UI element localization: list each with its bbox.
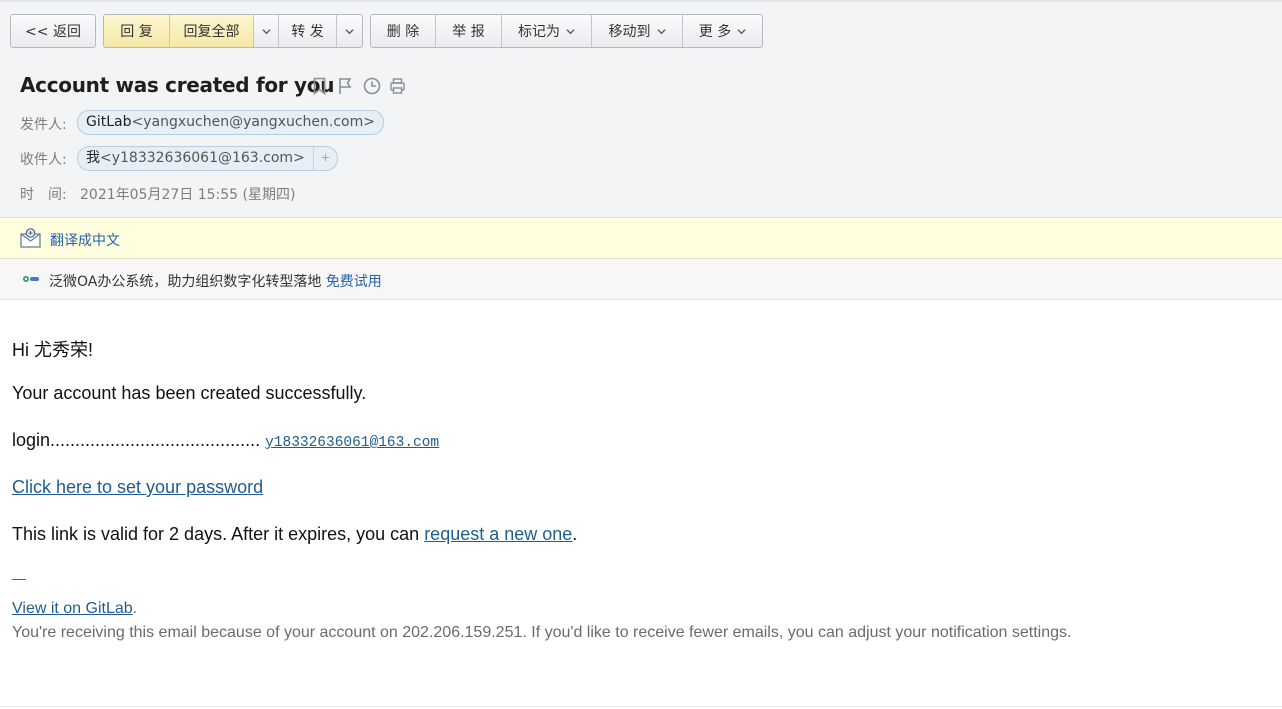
translate-link[interactable]: 翻译成中文	[50, 230, 120, 250]
email-date: 2021年05月27日 15:55 (星期四)	[80, 187, 296, 203]
mail-header: << 返回 回 复 回复全部 转 发 删 除 举 报 标记为 移动到 更 多 A…	[0, 0, 1282, 218]
recipient-name: 我	[86, 150, 100, 166]
set-password-link[interactable]: Click here to set your password	[12, 477, 263, 497]
chevron-down-icon	[737, 28, 746, 34]
actions-group: 删 除 举 报 标记为 移动到 更 多	[370, 14, 763, 48]
validity-period: .	[572, 524, 578, 544]
validity-text: This link is valid for 2 days. After it …	[12, 524, 420, 544]
login-email-link[interactable]: y18332636061@163.com	[265, 435, 439, 451]
login-label: login...................................…	[12, 430, 261, 450]
recipient-address: <y18332636061@163.com>	[100, 150, 305, 166]
set-password-line: Click here to set your password	[12, 477, 263, 498]
footer-notice: You're receiving this email because of y…	[12, 624, 1072, 641]
move-to-label: 移动到	[608, 24, 651, 40]
divider	[0, 706, 1282, 707]
report-button[interactable]: 举 报	[436, 15, 502, 47]
forward-button[interactable]: 转 发	[279, 15, 337, 47]
chevron-down-icon	[345, 28, 354, 34]
chevron-down-icon	[261, 28, 271, 34]
body-line-created: Your account has been created successful…	[12, 383, 367, 403]
request-new-link[interactable]: request a new one	[424, 524, 572, 544]
from-label: 发件人:	[20, 117, 67, 133]
mark-as-button[interactable]: 标记为	[502, 15, 592, 47]
reply-button[interactable]: 回 复	[104, 15, 170, 47]
delete-button[interactable]: 删 除	[371, 15, 436, 47]
sender-name: GitLab	[86, 114, 132, 130]
move-to-button[interactable]: 移动到	[592, 15, 683, 47]
more-button[interactable]: 更 多	[683, 15, 762, 47]
separator-dash: —	[12, 570, 26, 586]
recipient-chip[interactable]: 我<y18332636061@163.com>	[77, 146, 338, 171]
validity-line: This link is valid for 2 days. After it …	[12, 524, 577, 545]
toolbar: << 返回 回 复 回复全部 转 发 删 除 举 报 标记为 移动到 更 多	[10, 14, 770, 48]
gitlab-period: .	[132, 600, 138, 617]
ad-logo-icon	[22, 272, 40, 286]
forward-dropdown-button[interactable]	[337, 15, 362, 47]
print-icon[interactable]	[389, 77, 406, 95]
back-button[interactable]: << 返回	[11, 15, 95, 47]
translate-bar: 翻译成中文	[0, 217, 1282, 259]
mark-as-label: 标记为	[518, 24, 560, 40]
sender-address: <yangxuchen@yangxuchen.com>	[131, 114, 376, 130]
bookmark-icon[interactable]	[311, 77, 328, 96]
free-trial-link[interactable]: 免费试用	[326, 274, 382, 290]
login-line: login...................................…	[12, 430, 439, 451]
email-subject: Account was created for you	[20, 73, 335, 97]
add-contact-button[interactable]: +	[313, 146, 337, 171]
back-group: << 返回	[10, 14, 96, 48]
translate-icon	[20, 228, 41, 248]
sender-chip[interactable]: GitLab<yangxuchen@yangxuchen.com>	[77, 110, 384, 135]
ad-text: 泛微OA办公系统，助力组织数字化转型落地 免费试用	[49, 271, 382, 291]
to-label: 收件人:	[20, 152, 67, 168]
chevron-down-icon	[656, 28, 666, 34]
time-label: 时 间:	[20, 187, 67, 203]
reply-all-button[interactable]: 回复全部	[170, 15, 254, 47]
ad-bar: 泛微OA办公系统，助力组织数字化转型落地 免费试用	[0, 259, 1282, 300]
subject-actions	[311, 77, 415, 96]
more-label: 更 多	[698, 24, 732, 40]
view-on-gitlab-link[interactable]: View it on GitLab	[12, 600, 133, 617]
greeting: Hi 尤秀荣!	[12, 340, 93, 360]
gitlab-line: View it on GitLab.	[12, 597, 137, 618]
clock-icon[interactable]	[363, 77, 381, 95]
reply-group: 回 复 回复全部 转 发	[103, 14, 363, 48]
chevron-down-icon	[566, 28, 575, 34]
reply-dropdown-button[interactable]	[254, 15, 279, 47]
ad-message: 泛微OA办公系统，助力组织数字化转型落地	[49, 274, 322, 290]
flag-icon[interactable]	[337, 77, 354, 95]
